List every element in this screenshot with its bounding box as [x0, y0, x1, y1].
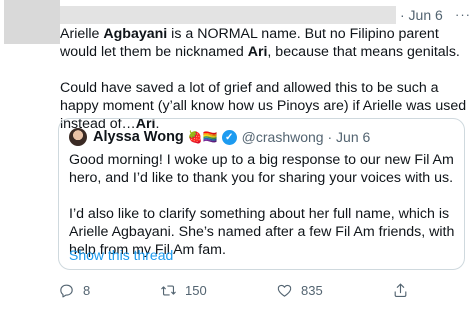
quoted-tweet[interactable]: Alyssa Wong 🍓🏳️‍🌈 ✓ @crashwong · Jun 6 G…: [58, 118, 465, 270]
author-avatar-redacted[interactable]: [4, 0, 60, 44]
reply-count: 8: [83, 283, 91, 298]
tweet-header: · Jun 6: [58, 4, 468, 26]
quoted-author-avatar[interactable]: [69, 128, 87, 146]
quoted-author-name[interactable]: Alyssa Wong: [93, 129, 184, 145]
share-icon: [394, 283, 407, 297]
show-this-thread-link[interactable]: Show this thread: [69, 247, 173, 263]
retweet-icon: [161, 285, 176, 296]
verified-badge-icon: ✓: [221, 129, 237, 145]
tweet-paragraph-1-run-0: Arielle: [60, 26, 104, 42]
tweet-date[interactable]: · Jun 6: [400, 7, 443, 23]
share-button[interactable]: [392, 282, 417, 299]
tweet-paragraph-1-run-3: Ari: [247, 44, 268, 60]
tweet-paragraph-1: Arielle Agbayani is a NORMAL name. But n…: [60, 25, 470, 61]
reply-icon: [60, 284, 73, 298]
like-count: 835: [301, 283, 323, 298]
tweet-actions: 8 150 835: [58, 282, 468, 302]
quoted-tweet-header: Alyssa Wong 🍓🏳️‍🌈 ✓ @crashwong · Jun 6: [69, 127, 370, 147]
reply-button[interactable]: 8: [58, 282, 90, 299]
tweet-paragraph-1-run-4: , because that means genitals.: [267, 44, 460, 60]
quoted-tweet-text: Good morning! I woke up to a big respons…: [69, 151, 457, 259]
quoted-paragraph-1: Good morning! I woke up to a big respons…: [69, 152, 454, 186]
tweet-text: Arielle Agbayani is a NORMAL name. But n…: [60, 25, 470, 133]
like-button[interactable]: 835: [276, 282, 323, 299]
more-options-icon[interactable]: ···: [455, 7, 471, 22]
retweet-button[interactable]: 150: [160, 282, 207, 299]
quoted-author-emojis: 🍓🏳️‍🌈: [187, 130, 218, 144]
quoted-author-handle-date[interactable]: @crashwong · Jun 6: [242, 129, 371, 145]
heart-icon: [277, 284, 292, 297]
tweet-paragraph-1-run-1: Agbayani: [103, 26, 168, 42]
author-name-redacted[interactable]: [60, 6, 396, 24]
retweet-count: 150: [185, 283, 207, 298]
